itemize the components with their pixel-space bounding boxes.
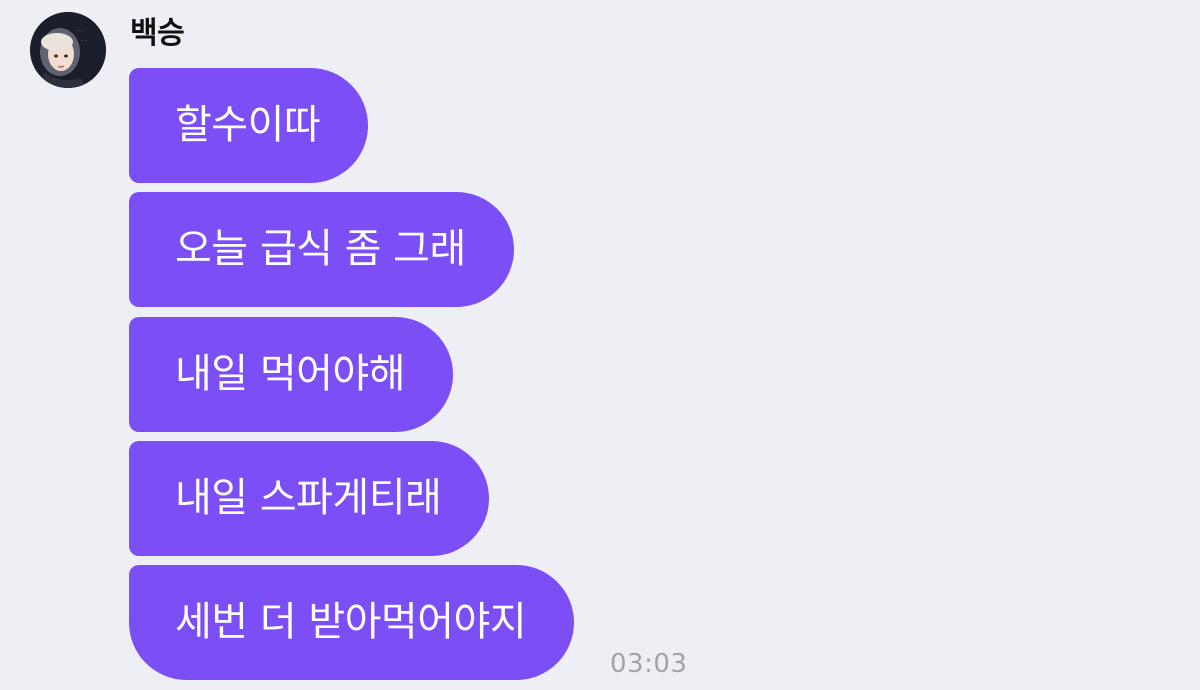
message-text: 내일 먹어야해	[175, 351, 406, 397]
message-text: 세번 더 받아먹어야지	[175, 599, 527, 645]
message-text: 할수이따	[175, 102, 321, 148]
sender-avatar[interactable]: · · · · ·	[30, 12, 106, 88]
message-bubble[interactable]: 할수이따	[129, 68, 369, 183]
profile-photo-icon: · · · · ·	[30, 12, 106, 88]
message-timestamp: 03:03	[610, 649, 688, 679]
svg-text:· · ·: · · ·	[76, 28, 84, 34]
message-bubble[interactable]: 세번 더 받아먹어야지	[129, 565, 575, 680]
message-text: 오늘 급식 좀 그래	[175, 226, 466, 272]
svg-text:· ·: · ·	[82, 38, 87, 44]
message-text: 내일 스파게티래	[175, 475, 442, 521]
message-bubble[interactable]: 오늘 급식 좀 그래	[129, 192, 514, 307]
message-bubble[interactable]: 내일 스파게티래	[129, 441, 490, 556]
sender-name: 백승	[130, 16, 185, 51]
message-bubble[interactable]: 내일 먹어야해	[129, 317, 454, 432]
